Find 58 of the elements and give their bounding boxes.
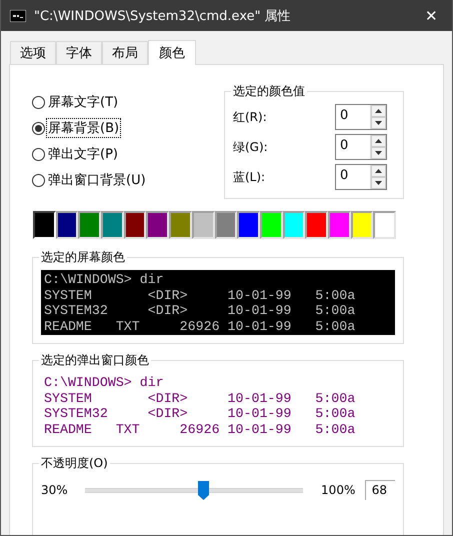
color-swatch[interactable] <box>214 211 238 239</box>
group-title: 选定的屏幕颜色 <box>40 249 126 266</box>
tab[interactable]: 字体 <box>56 41 102 64</box>
close-button[interactable]: ✕ <box>421 6 442 24</box>
spin-down-button[interactable] <box>371 147 386 159</box>
color-swatch[interactable] <box>124 211 146 239</box>
caret-down-icon <box>375 121 382 125</box>
tab[interactable]: 布局 <box>102 41 148 64</box>
radio-option[interactable]: 屏幕文字(T) <box>32 92 224 112</box>
tab[interactable]: 颜色 <box>148 40 196 65</box>
spin-field[interactable]: 0 <box>335 104 387 130</box>
color-swatch[interactable] <box>328 211 351 239</box>
color-swatch[interactable] <box>260 211 283 239</box>
caret-up-icon <box>375 109 382 113</box>
screen-preview: C:\WINDOWS> dir SYSTEM <DIR> 10-01-99 5:00a SYSTEM32 <DIR> 10-01-99 5:00a README TXT 26926 10-01-99 5:00a <box>41 270 395 335</box>
spin-down-button[interactable] <box>371 117 386 129</box>
spin-field[interactable]: 0 <box>335 134 387 160</box>
field-label: 蓝(L): <box>233 168 266 186</box>
caret-down-icon <box>375 151 382 155</box>
group-title: 选定的颜色值 <box>232 83 306 100</box>
caret-up-icon <box>375 139 382 143</box>
max-label: 100% <box>321 483 356 497</box>
radio-button[interactable] <box>32 174 45 186</box>
color-swatch[interactable] <box>33 211 56 239</box>
radio-option[interactable]: 弹出文字(P) <box>32 144 224 164</box>
color-swatch[interactable] <box>56 211 78 239</box>
radio-button[interactable] <box>32 122 45 134</box>
color-swatch[interactable] <box>192 211 214 239</box>
color-swatch[interactable] <box>78 211 102 239</box>
radio-button[interactable] <box>32 148 45 160</box>
caret-up-icon <box>375 169 382 173</box>
radio-option[interactable]: 屏幕背景(B) <box>32 118 224 138</box>
color-swatch[interactable] <box>169 211 192 239</box>
color-swatch[interactable] <box>146 211 170 239</box>
spin-down-button[interactable] <box>371 177 386 189</box>
min-label: 30% <box>41 483 69 497</box>
color-swatch[interactable] <box>282 211 306 239</box>
opacity-value: 68 <box>364 480 395 500</box>
spin-up-button[interactable] <box>371 165 386 177</box>
window-title: "C:\WINDOWS\System32\cmd.exe" 属性 <box>34 8 292 24</box>
color-swatch[interactable] <box>237 211 260 239</box>
group-title: 选定的弹出窗口颜色 <box>40 352 150 369</box>
spin-up-button[interactable] <box>371 135 386 147</box>
radio-button[interactable] <box>32 96 45 108</box>
console-icon <box>10 10 26 22</box>
color-swatch[interactable] <box>350 211 374 239</box>
color-swatch[interactable] <box>101 211 124 239</box>
color-swatch[interactable] <box>373 211 396 239</box>
color-swatch[interactable] <box>305 211 328 239</box>
tab[interactable]: 选项 <box>10 41 56 64</box>
field-label: 绿(G): <box>233 138 268 156</box>
radio-option[interactable]: 弹出窗口背景(U) <box>32 170 224 190</box>
spin-up-button[interactable] <box>371 105 386 117</box>
field-label: 红(R): <box>233 108 267 126</box>
slider-thumb[interactable] <box>198 480 209 500</box>
spin-field[interactable]: 0 <box>335 164 387 190</box>
group-title: 不透明度(O) <box>40 455 109 472</box>
caret-down-icon <box>375 181 382 185</box>
